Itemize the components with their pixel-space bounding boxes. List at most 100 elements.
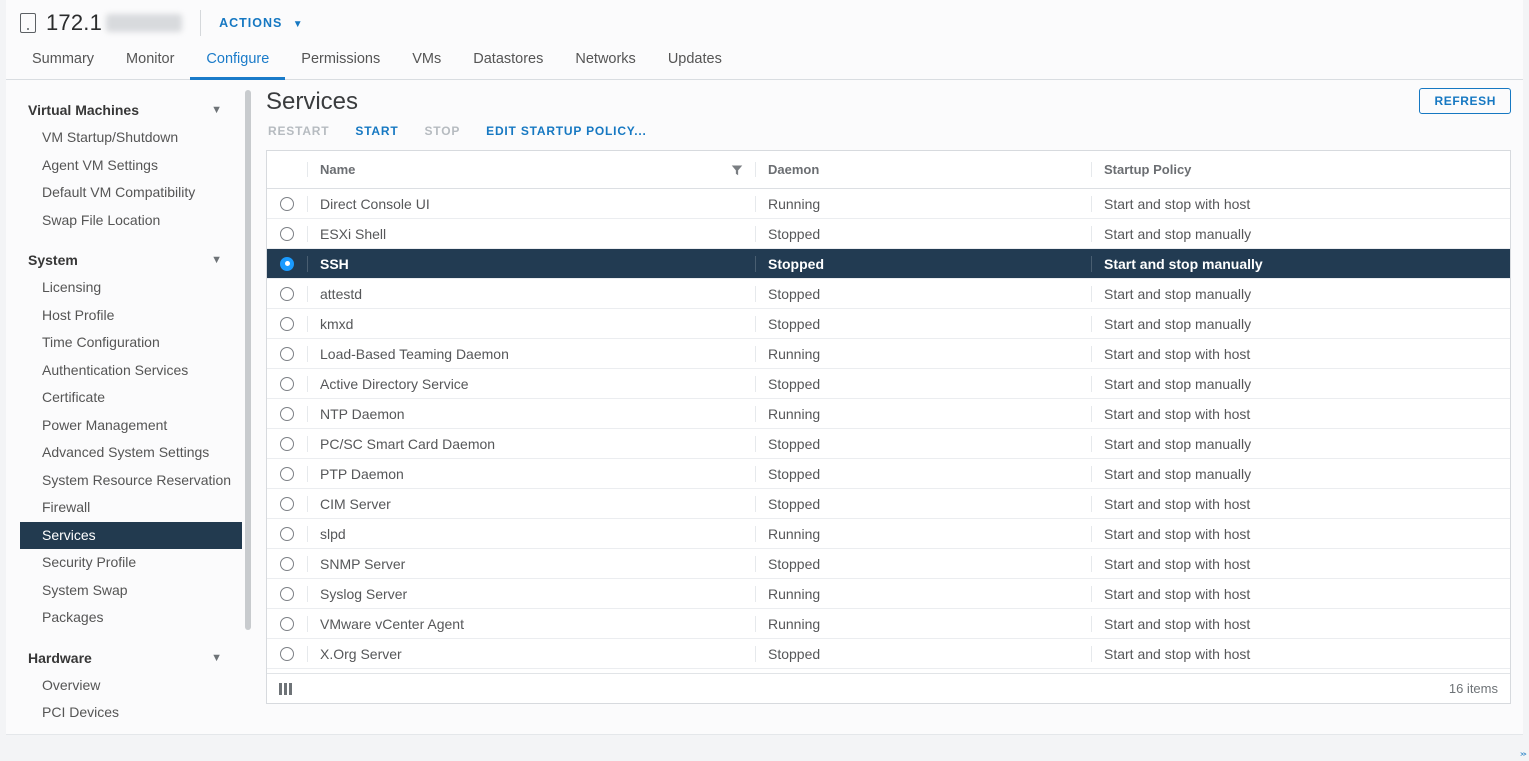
row-radio[interactable]: [280, 347, 294, 361]
filter-icon[interactable]: [731, 164, 743, 176]
row-radio[interactable]: [280, 467, 294, 481]
col-policy-header[interactable]: Startup Policy: [1091, 162, 1510, 177]
row-radio[interactable]: [280, 557, 294, 571]
row-radio[interactable]: [280, 497, 294, 511]
sidebar-item-agent-vm-settings[interactable]: Agent VM Settings: [6, 152, 242, 180]
row-radio[interactable]: [280, 377, 294, 391]
table-row[interactable]: X.Org ServerStoppedStart and stop with h…: [267, 639, 1510, 669]
cell-policy: Start and stop with host: [1091, 406, 1510, 422]
tab-summary[interactable]: Summary: [16, 43, 110, 80]
tab-networks[interactable]: Networks: [559, 43, 651, 80]
sidebar-item-advanced-system-settings[interactable]: Advanced System Settings: [6, 439, 242, 467]
cell-daemon: Stopped: [755, 376, 1091, 392]
sidebar-section-virtual-machines[interactable]: Virtual Machines▼: [6, 96, 242, 124]
row-radio[interactable]: [280, 407, 294, 421]
cell-name: Direct Console UI: [307, 196, 755, 212]
row-radio[interactable]: [280, 527, 294, 541]
cell-daemon: Stopped: [755, 496, 1091, 512]
row-radio[interactable]: [280, 317, 294, 331]
table-row[interactable]: CIM ServerStoppedStart and stop with hos…: [267, 489, 1510, 519]
sidebar-item-system-resource-reservation[interactable]: System Resource Reservation: [6, 467, 242, 495]
cmd-editpolicy[interactable]: Edit Startup Policy...: [486, 124, 647, 138]
cell-name: CIM Server: [307, 496, 755, 512]
sidebar-item-vm-startup-shutdown[interactable]: VM Startup/Shutdown: [6, 124, 242, 152]
sidebar-item-packages[interactable]: Packages: [6, 604, 242, 632]
table-row[interactable]: slpdRunningStart and stop with host: [267, 519, 1510, 549]
cell-daemon: Stopped: [755, 646, 1091, 662]
row-radio[interactable]: [280, 647, 294, 661]
actions-dropdown[interactable]: Actions ▼: [219, 16, 304, 30]
sidebar-item-pci-devices[interactable]: PCI Devices: [6, 699, 242, 727]
table-row[interactable]: SSHStoppedStart and stop manually: [267, 249, 1510, 279]
table-row[interactable]: PC/SC Smart Card DaemonStoppedStart and …: [267, 429, 1510, 459]
host-icon: [20, 13, 36, 33]
row-radio[interactable]: [280, 587, 294, 601]
col-daemon-label: Daemon: [768, 162, 819, 177]
chevron-down-icon: ▼: [293, 19, 304, 30]
col-name-header[interactable]: Name: [307, 162, 755, 177]
sidebar-item-power-management[interactable]: Power Management: [6, 412, 242, 440]
row-radio[interactable]: [280, 227, 294, 241]
sidebar-item-time-configuration[interactable]: Time Configuration: [6, 329, 242, 357]
table-row[interactable]: attestdStoppedStart and stop manually: [267, 279, 1510, 309]
cell-name: attestd: [307, 286, 755, 302]
tab-permissions[interactable]: Permissions: [285, 43, 396, 80]
table-row[interactable]: Syslog ServerRunningStart and stop with …: [267, 579, 1510, 609]
tab-datastores[interactable]: Datastores: [457, 43, 559, 80]
table-row[interactable]: PTP DaemonStoppedStart and stop manually: [267, 459, 1510, 489]
tab-updates[interactable]: Updates: [652, 43, 738, 80]
row-count: 16 items: [1449, 681, 1498, 696]
row-radio[interactable]: [280, 287, 294, 301]
sidebar-item-firewall[interactable]: Firewall: [6, 494, 242, 522]
redacted-ip: [106, 14, 182, 32]
host-ip-prefix: 172.1: [46, 10, 102, 35]
tab-monitor[interactable]: Monitor: [110, 43, 190, 80]
sidebar-item-swap-file-location[interactable]: Swap File Location: [6, 207, 242, 235]
expand-chevrons-icon[interactable]: ››: [1520, 750, 1525, 757]
col-daemon-header[interactable]: Daemon: [755, 162, 1091, 177]
sidebar-item-services[interactable]: Services: [20, 522, 242, 550]
tab-configure[interactable]: Configure: [190, 43, 285, 80]
scrollbar-thumb[interactable]: [245, 90, 251, 630]
cmd-restart: Restart: [268, 124, 329, 138]
cell-name: PC/SC Smart Card Daemon: [307, 436, 755, 452]
sidebar-section-hardware[interactable]: Hardware▼: [6, 644, 242, 672]
cell-daemon: Running: [755, 586, 1091, 602]
table-row[interactable]: NTP DaemonRunningStart and stop with hos…: [267, 399, 1510, 429]
table-row[interactable]: SNMP ServerStoppedStart and stop with ho…: [267, 549, 1510, 579]
sidebar-section-label: Hardware: [28, 650, 92, 666]
actions-label: Actions: [219, 16, 282, 30]
table-row[interactable]: Active Directory ServiceStoppedStart and…: [267, 369, 1510, 399]
sidebar-item-default-vm-compatibility[interactable]: Default VM Compatibility: [6, 179, 242, 207]
sidebar-item-security-profile[interactable]: Security Profile: [6, 549, 242, 577]
sidebar-item-authentication-services[interactable]: Authentication Services: [6, 357, 242, 385]
cmd-start[interactable]: Start: [355, 124, 398, 138]
row-radio[interactable]: [280, 197, 294, 211]
refresh-button[interactable]: Refresh: [1419, 88, 1511, 114]
row-radio[interactable]: [280, 437, 294, 451]
column-picker-icon[interactable]: [279, 683, 293, 695]
sidebar-item-host-profile[interactable]: Host Profile: [6, 302, 242, 330]
table-body[interactable]: Direct Console UIRunningStart and stop w…: [267, 189, 1510, 673]
host-ip: 172.1: [46, 10, 182, 36]
table-row[interactable]: Load-Based Teaming DaemonRunningStart an…: [267, 339, 1510, 369]
table-row[interactable]: Direct Console UIRunningStart and stop w…: [267, 189, 1510, 219]
sidebar-item-system-swap[interactable]: System Swap: [6, 577, 242, 605]
sidebar-item-licensing[interactable]: Licensing: [6, 274, 242, 302]
row-radio[interactable]: [280, 257, 294, 271]
sidebar-scrollbar[interactable]: [242, 80, 254, 734]
tab-vms[interactable]: VMs: [396, 43, 457, 80]
cell-policy: Start and stop manually: [1091, 466, 1510, 482]
table-row[interactable]: kmxdStoppedStart and stop manually: [267, 309, 1510, 339]
sidebar-item-certificate[interactable]: Certificate: [6, 384, 242, 412]
sidebar-section-system[interactable]: System▼: [6, 246, 242, 274]
sidebar-item-overview[interactable]: Overview: [6, 672, 242, 700]
col-policy-label: Startup Policy: [1104, 162, 1191, 177]
row-radio[interactable]: [280, 617, 294, 631]
chevron-down-icon: ▼: [211, 254, 222, 266]
table-row[interactable]: VMware vCenter AgentRunningStart and sto…: [267, 609, 1510, 639]
cell-daemon: Running: [755, 406, 1091, 422]
sidebar-item-firmware[interactable]: Firmware: [6, 727, 242, 735]
table-row[interactable]: ESXi ShellStoppedStart and stop manually: [267, 219, 1510, 249]
sidebar[interactable]: Virtual Machines▼VM Startup/ShutdownAgen…: [6, 80, 242, 734]
